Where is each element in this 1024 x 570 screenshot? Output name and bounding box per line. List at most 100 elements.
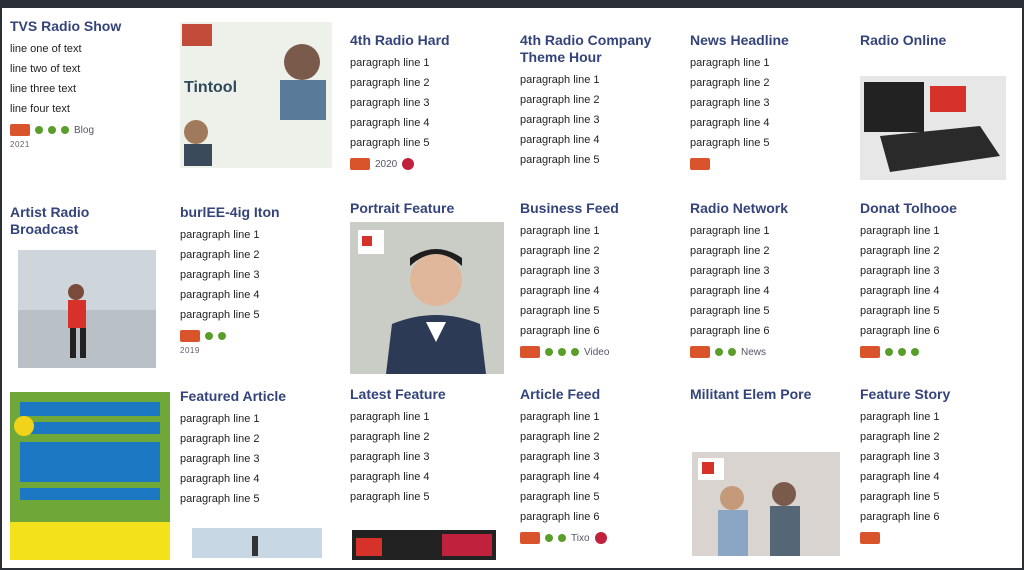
card-line: paragraph line 1 xyxy=(520,225,600,237)
card-title[interactable]: Artist Radio Broadcast xyxy=(10,204,158,238)
card-11[interactable]: Radio Network paragraph line 1 paragraph… xyxy=(684,194,844,374)
card-line: paragraph line 2 xyxy=(520,245,600,257)
card-title[interactable]: Donat Tolhooe xyxy=(860,200,1008,217)
card-line: paragraph line 1 xyxy=(180,413,260,425)
runner-image[interactable] xyxy=(18,250,156,368)
card-13[interactable] xyxy=(4,388,170,564)
card-title[interactable]: 4th Radio Company Theme Hour xyxy=(520,32,668,66)
rating-dot-icon xyxy=(35,126,43,134)
portrait-image[interactable] xyxy=(350,222,504,374)
card-meta: Blog xyxy=(10,123,158,137)
card-line: line four text xyxy=(10,103,70,115)
computer-photo xyxy=(860,76,1006,180)
rating-dot-icon xyxy=(205,332,213,340)
thumb-image[interactable]: Tintool xyxy=(180,22,332,168)
card-title[interactable]: Radio Online xyxy=(860,32,1008,49)
card-7[interactable]: Artist Radio Broadcast xyxy=(4,198,164,378)
source-badge-icon xyxy=(350,158,370,170)
card-title[interactable]: TVS Radio Show xyxy=(10,18,158,35)
card-line: paragraph line 2 xyxy=(180,249,260,261)
card-line: paragraph line 3 xyxy=(350,97,430,109)
card-title[interactable]: Militant Elem Pore xyxy=(690,386,838,403)
card-title[interactable]: Portrait Feature xyxy=(350,200,498,217)
card-title[interactable]: Latest Feature xyxy=(350,386,498,403)
card-14[interactable]: Featured Article paragraph line 1 paragr… xyxy=(174,382,334,562)
runner-photo xyxy=(18,250,156,368)
card-line: paragraph line 3 xyxy=(180,269,260,281)
pin-icon[interactable] xyxy=(594,532,607,544)
card-meta xyxy=(860,345,1008,359)
card-1[interactable]: TVS Radio Show line one of text line two… xyxy=(4,12,164,188)
card-3[interactable]: 4th Radio Hard paragraph line 1 paragrap… xyxy=(344,26,504,192)
card-line: paragraph line 5 xyxy=(520,491,600,503)
card-line: paragraph line 3 xyxy=(520,114,600,126)
card-title[interactable]: Featured Article xyxy=(180,388,328,405)
card-line: paragraph line 4 xyxy=(520,285,600,297)
card-8[interactable]: burlEE-4ig Iton paragraph line 1 paragra… xyxy=(174,198,334,374)
banner-thumb xyxy=(352,530,496,560)
card-title[interactable]: Feature Story xyxy=(860,386,1008,403)
thumb-image[interactable] xyxy=(692,452,840,556)
card-10[interactable]: Business Feed paragraph line 1 paragraph… xyxy=(514,194,674,370)
card-title[interactable]: Business Feed xyxy=(520,200,668,217)
card-18[interactable]: Feature Story paragraph line 1 paragraph… xyxy=(854,380,1014,564)
card-line: paragraph line 3 xyxy=(690,265,770,277)
card-line: paragraph line 1 xyxy=(520,74,600,86)
card-line: paragraph line 4 xyxy=(690,117,770,129)
thumb-image[interactable] xyxy=(352,530,496,560)
card-title[interactable]: burlEE-4ig Iton xyxy=(180,204,328,221)
card-line: paragraph line 6 xyxy=(690,325,770,337)
card-meta xyxy=(180,329,328,343)
card-line: paragraph line 6 xyxy=(520,511,600,523)
card-line: paragraph line 3 xyxy=(690,97,770,109)
landscape-thumb xyxy=(192,528,322,558)
card-meta: 2020 xyxy=(350,157,498,171)
card-line: paragraph line 5 xyxy=(520,305,600,317)
rating-dot-icon xyxy=(715,348,723,356)
rating-dot-icon xyxy=(728,348,736,356)
card-title[interactable]: News Headline xyxy=(690,32,838,49)
card-line: paragraph line 1 xyxy=(690,57,770,69)
card-9[interactable]: Portrait Feature xyxy=(344,194,504,384)
card-line: paragraph line 3 xyxy=(520,265,600,277)
card-4[interactable]: 4th Radio Company Theme Hour paragraph l… xyxy=(514,26,674,192)
article-grid: TVS Radio Show line one of text line two… xyxy=(2,8,1022,568)
card-meta xyxy=(690,157,838,171)
card-meta: News xyxy=(690,345,838,359)
card-title[interactable]: Article Feed xyxy=(520,386,668,403)
card-15[interactable]: Latest Feature paragraph line 1 paragrap… xyxy=(344,380,504,564)
card-5[interactable]: News Headline paragraph line 1 paragraph… xyxy=(684,26,844,192)
card-line: paragraph line 4 xyxy=(860,471,940,483)
green-poster xyxy=(10,392,170,560)
card-6[interactable]: Radio Online xyxy=(854,26,1014,192)
card-12[interactable]: Donat Tolhooe paragraph line 1 paragraph… xyxy=(854,194,1014,374)
card-17[interactable]: Militant Elem Pore xyxy=(684,380,844,564)
tintool-collage: Tintool xyxy=(180,22,332,168)
card-line: paragraph line 6 xyxy=(860,325,940,337)
card-line: paragraph line 2 xyxy=(350,77,430,89)
source-badge-icon xyxy=(690,158,710,170)
thumb-image[interactable] xyxy=(192,528,322,558)
pin-icon[interactable] xyxy=(402,158,415,170)
card-line: paragraph line 5 xyxy=(350,137,430,149)
card-line: paragraph line 5 xyxy=(690,305,770,317)
rating-dot-icon xyxy=(545,348,553,356)
card-line: paragraph line 3 xyxy=(520,451,600,463)
card-line: paragraph line 5 xyxy=(180,493,260,505)
card-line: paragraph line 2 xyxy=(690,245,770,257)
card-line: paragraph line 1 xyxy=(350,57,430,69)
card-line: paragraph line 5 xyxy=(520,154,600,166)
card-title[interactable]: Radio Network xyxy=(690,200,838,217)
card-line: paragraph line 2 xyxy=(520,431,600,443)
card-title[interactable]: 4th Radio Hard xyxy=(350,32,498,49)
source-badge-icon xyxy=(520,346,540,358)
card-line: paragraph line 4 xyxy=(860,285,940,297)
card-16[interactable]: Article Feed paragraph line 1 paragraph … xyxy=(514,380,674,564)
rating-dot-icon xyxy=(48,126,56,134)
portrait-photo xyxy=(350,222,504,374)
poster-image[interactable] xyxy=(10,392,170,560)
card-line: line three text xyxy=(10,83,77,95)
computer-image[interactable] xyxy=(860,76,1006,180)
card-2[interactable]: Tintool xyxy=(174,12,334,188)
rating-dot-icon xyxy=(571,348,579,356)
